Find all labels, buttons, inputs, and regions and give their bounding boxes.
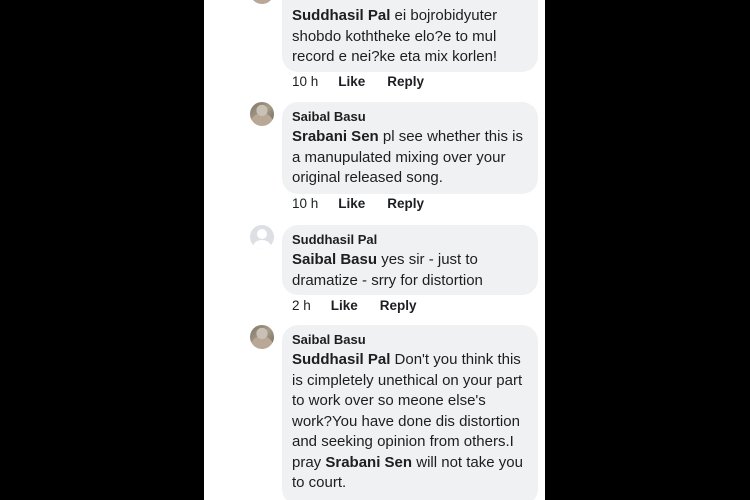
default-avatar-icon — [257, 229, 267, 239]
comments-panel: Suddhasil Pal ei bojrobidyuter shobdo ko… — [204, 0, 545, 500]
comment-actions: 2 h Like Reply — [292, 298, 417, 313]
avatar[interactable] — [250, 0, 274, 4]
mention-link[interactable]: Srabani Sen — [325, 454, 412, 471]
comment-text: Suddhasil Pal Don't you think this is ci… — [292, 351, 523, 491]
timestamp[interactable]: 10 h — [292, 196, 318, 211]
mention-link[interactable]: Suddhasil Pal — [292, 351, 390, 368]
reply-button[interactable]: Reply — [387, 74, 424, 89]
reply-button[interactable]: Reply — [380, 298, 417, 313]
comment-text: Srabani Sen pl see whether this is a man… — [292, 128, 523, 186]
comment-author[interactable]: Suddhasil Pal — [292, 232, 528, 248]
mention-link[interactable]: Suddhasil Pal — [292, 7, 390, 24]
comment-text: Suddhasil Pal ei bojrobidyuter shobdo ko… — [292, 7, 498, 65]
comment-actions: 10 h Like Reply — [292, 74, 424, 89]
like-button[interactable]: Like — [331, 298, 358, 313]
comment-bubble: Saibal Basu Srabani Sen pl see whether t… — [282, 102, 538, 194]
comment-bubble: Saibal Basu Suddhasil Pal Don't you thin… — [282, 325, 538, 500]
comment-author[interactable]: Saibal Basu — [292, 109, 528, 125]
comment-bubble: Suddhasil Pal ei bojrobidyuter shobdo ko… — [282, 0, 538, 72]
like-button[interactable]: Like — [338, 74, 365, 89]
like-button[interactable]: Like — [338, 196, 365, 211]
avatar[interactable] — [250, 325, 274, 349]
avatar[interactable] — [250, 225, 274, 249]
comment-bubble: Suddhasil Pal Saibal Basu yes sir - just… — [282, 225, 538, 295]
timestamp[interactable]: 10 h — [292, 74, 318, 89]
comment-text: Saibal Basu yes sir - just to dramatize … — [292, 251, 483, 289]
avatar[interactable] — [250, 102, 274, 126]
comment-author[interactable]: Saibal Basu — [292, 332, 528, 348]
timestamp[interactable]: 2 h — [292, 298, 311, 313]
reply-button[interactable]: Reply — [387, 196, 424, 211]
mention-link[interactable]: Saibal Basu — [292, 251, 377, 268]
comment-actions: 10 h Like Reply — [292, 196, 424, 211]
mention-link[interactable]: Srabani Sen — [292, 128, 379, 145]
